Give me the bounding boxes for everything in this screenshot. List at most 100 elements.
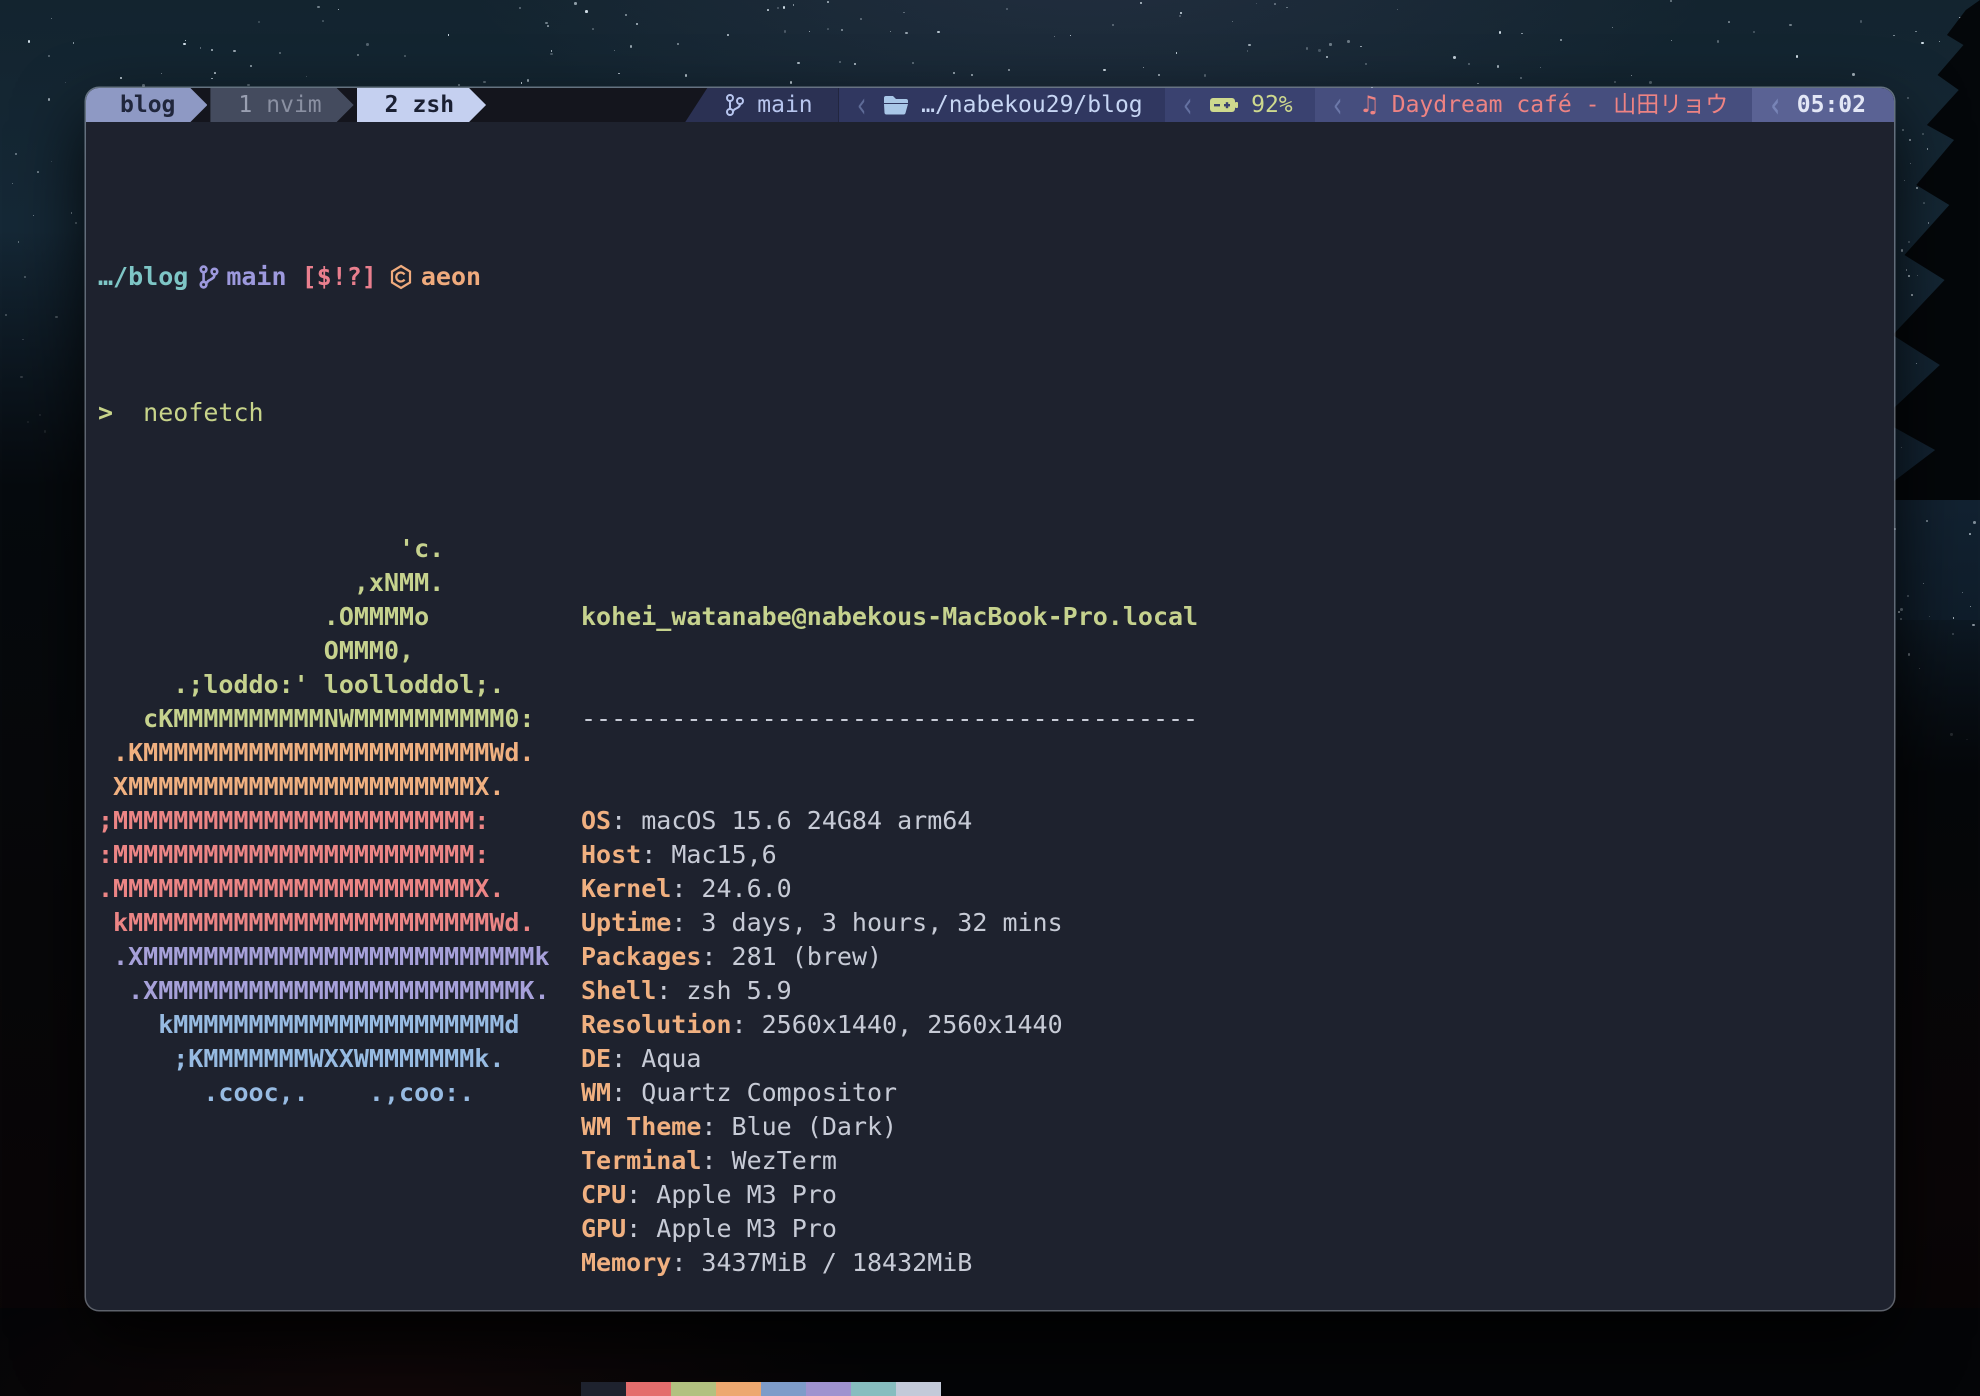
folder-icon: [883, 94, 909, 116]
palette-swatch: [806, 1382, 851, 1396]
tab-nvim[interactable]: 1 nvim: [210, 88, 353, 122]
separator-chevron: ‹: [855, 88, 869, 122]
tab-label: nvim: [266, 88, 321, 122]
ascii-art-line: .MMMMMMMMMMMMMMMMMMMMMMMMX.: [98, 872, 564, 906]
track-title: Daydream café - 山田リョウ: [1392, 88, 1729, 122]
tab-zsh[interactable]: 2 zsh: [357, 88, 486, 122]
info-label: OS: [581, 806, 611, 835]
status-bar: main ‹ …/nabekou29/blog ‹ 9: [685, 88, 1894, 122]
status-battery: ‹ 92%: [1165, 88, 1315, 122]
info-label: CPU: [581, 1180, 626, 1209]
ascii-art-line: cKMMMMMMMMMMNWMMMMMMMMMM0:: [98, 702, 564, 736]
terminal-content[interactable]: …/blog main [$!?] aeon > neofetch 'c. ,x…: [86, 122, 1894, 1396]
info-label: Shell: [581, 976, 656, 1005]
ascii-art-line: :MMMMMMMMMMMMMMMMMMMMMMMM:: [98, 838, 564, 872]
neofetch-user-host: kohei_watanabe@nabekous-MacBook-Pro.loca…: [581, 600, 1198, 634]
command-text: neofetch: [143, 398, 263, 427]
prompt-context: aeon: [421, 260, 481, 294]
battery-icon: [1209, 95, 1239, 115]
status-now-playing: ‹ ♫ Daydream café - 山田リョウ: [1315, 88, 1753, 122]
ascii-art-line: kMMMMMMMMMMMMMMMMMMMMMMMMWd.: [98, 906, 564, 940]
info-value: 24.6.0: [701, 874, 791, 903]
info-row: Terminal: WezTerm: [581, 1144, 1198, 1178]
ascii-art-line: ;MMMMMMMMMMMMMMMMMMMMMMMM:: [98, 804, 564, 838]
terminal-window: blog 1 nvim 2 zsh main ‹: [86, 88, 1894, 1310]
neofetch-output: 'c. ,xNMM. .OMMMMo OMMM0, .;loddo:' lool…: [98, 532, 1880, 1396]
info-value: WezTerm: [732, 1146, 837, 1175]
ascii-art-line: ,xNMM.: [98, 566, 564, 600]
info-value: 281 (brew): [732, 942, 883, 971]
separator-chevron: ‹: [1181, 88, 1195, 122]
info-label: Memory: [581, 1248, 671, 1277]
prompt-symbol: >: [98, 398, 113, 427]
info-row: Memory: 3437MiB / 18432MiB: [581, 1246, 1198, 1280]
command-line: > neofetch: [98, 396, 1880, 430]
branch-name: main: [757, 88, 812, 122]
info-row: GPU: Apple M3 Pro: [581, 1212, 1198, 1246]
ascii-art-line: OMMM0,: [98, 634, 564, 668]
ascii-art-line: XMMMMMMMMMMMMMMMMMMMMMMMX.: [98, 770, 564, 804]
ascii-art-line: ;KMMMMMMMWXXWMMMMMMMk.: [98, 1042, 564, 1076]
neofetch-separator: ----------------------------------------…: [581, 702, 1198, 736]
status-git-branch: main: [685, 88, 838, 122]
palette-swatch: [581, 1382, 626, 1396]
separator-chevron: ‹: [1331, 88, 1345, 122]
tab-blog[interactable]: blog: [86, 88, 207, 122]
info-value: Mac15,6: [671, 840, 776, 869]
info-label: Kernel: [581, 874, 671, 903]
prompt-git-status: [$!?]: [302, 260, 377, 294]
info-row: Resolution: 2560x1440, 2560x1440: [581, 1008, 1198, 1042]
info-label: Resolution: [581, 1010, 732, 1039]
info-label: GPU: [581, 1214, 626, 1243]
info-row: DE: Aqua: [581, 1042, 1198, 1076]
info-row: WM: Quartz Compositor: [581, 1076, 1198, 1110]
palette-row: [581, 1382, 1198, 1396]
prompt-branch: main: [226, 260, 286, 294]
info-value: Blue (Dark): [732, 1112, 898, 1141]
dark-foliage-left: [0, 230, 94, 1396]
status-cwd: ‹ …/nabekou29/blog: [839, 88, 1165, 122]
info-row: WM Theme: Blue (Dark): [581, 1110, 1198, 1144]
palette-swatch: [671, 1382, 716, 1396]
info-label: Packages: [581, 942, 701, 971]
prompt-path: …/blog: [98, 260, 188, 294]
tab-index: 1: [238, 88, 252, 122]
info-value: 2560x1440, 2560x1440: [762, 1010, 1063, 1039]
battery-percent: 92%: [1251, 88, 1293, 122]
info-label: Terminal: [581, 1146, 701, 1175]
info-row: Shell: zsh 5.9: [581, 974, 1198, 1008]
info-label: WM Theme: [581, 1112, 701, 1141]
neofetch-info: OS: macOS 15.6 24G84 arm64Host: Mac15,6K…: [581, 804, 1198, 1280]
palette-swatch: [626, 1382, 671, 1396]
info-label: Uptime: [581, 908, 671, 937]
neofetch-color-palette: [581, 1382, 1198, 1396]
status-clock: ‹ 05:02: [1752, 88, 1894, 122]
neofetch-ascii-logo: 'c. ,xNMM. .OMMMMo OMMM0, .;loddo:' lool…: [98, 532, 564, 1396]
info-row: Uptime: 3 days, 3 hours, 32 mins: [581, 906, 1198, 940]
info-label: WM: [581, 1078, 611, 1107]
palette-swatch: [761, 1382, 806, 1396]
git-branch-icon: [725, 93, 745, 117]
ascii-art-line: .;loddo:' loolloddol;.: [98, 668, 564, 702]
info-value: 3 days, 3 hours, 32 mins: [701, 908, 1062, 937]
palette-swatch: [851, 1382, 896, 1396]
tab-bar: blog 1 nvim 2 zsh main ‹: [86, 88, 1894, 122]
ascii-art-line: kMMMMMMMMMMMMMMMMMMMMMMd: [98, 1008, 564, 1042]
hexagon-context-icon: [389, 264, 413, 290]
palette-swatch: [716, 1382, 761, 1396]
ascii-art-line: .cooc,. .,coo:.: [98, 1076, 564, 1110]
ascii-art-line: .KMMMMMMMMMMMMMMMMMMMMMMMWd.: [98, 736, 564, 770]
git-branch-icon: [198, 264, 220, 290]
info-row: Host: Mac15,6: [581, 838, 1198, 872]
tab-label: blog: [120, 88, 175, 122]
info-row: OS: macOS 15.6 24G84 arm64: [581, 804, 1198, 838]
ascii-art-line: 'c.: [98, 532, 564, 566]
separator-chevron: ‹: [1768, 88, 1782, 122]
info-value: Apple M3 Pro: [656, 1214, 837, 1243]
tab-index: 2: [385, 88, 399, 122]
tab-label: zsh: [413, 88, 455, 122]
dark-foliage-right: [1884, 620, 1980, 1396]
ascii-art-line: .OMMMMo: [98, 600, 564, 634]
ascii-art-line: .XMMMMMMMMMMMMMMMMMMMMMMMMMMk: [98, 940, 564, 974]
info-row: Packages: 281 (brew): [581, 940, 1198, 974]
